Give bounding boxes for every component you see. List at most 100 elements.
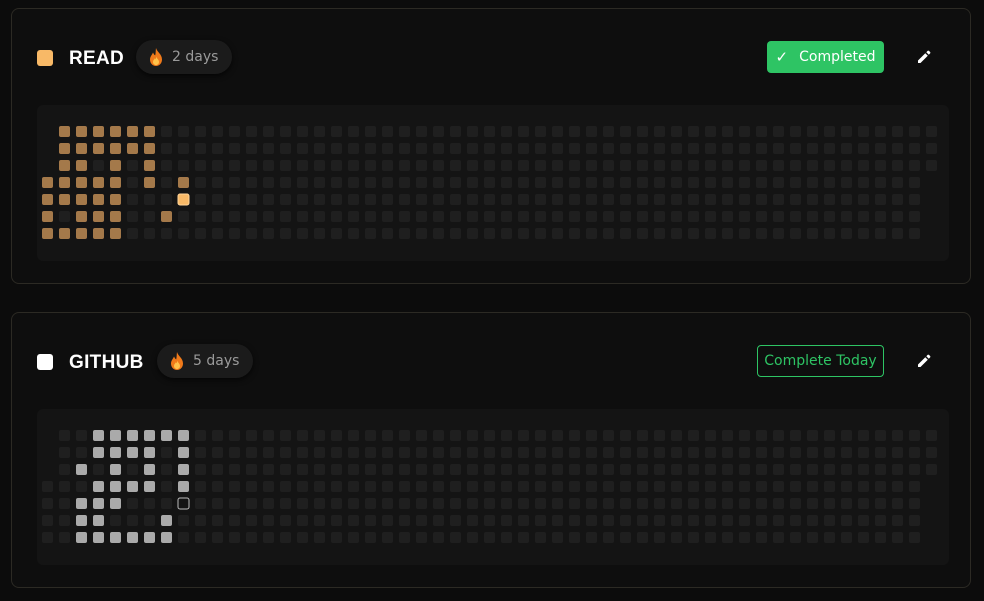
heatmap-cell-empty: [178, 532, 189, 543]
heatmap-cell-empty: [161, 464, 172, 475]
heatmap-cell-empty: [314, 464, 325, 475]
heatmap-cell-empty: [348, 532, 359, 543]
heatmap-cell-empty: [841, 430, 852, 441]
heatmap-cell-empty: [314, 498, 325, 509]
heatmap-cell-empty: [161, 447, 172, 458]
heatmap-cell-empty: [773, 126, 784, 137]
heatmap-cell-empty: [484, 211, 495, 222]
heatmap-cell-empty: [739, 143, 750, 154]
heatmap-cell-empty: [909, 211, 920, 222]
heatmap-cell-empty: [535, 447, 546, 458]
heatmap-cell-empty: [688, 498, 699, 509]
heatmap-cell-active: [110, 430, 121, 441]
heatmap-cell-empty: [161, 481, 172, 492]
heatmap-cell-empty: [42, 498, 53, 509]
heatmap-cell-empty: [297, 515, 308, 526]
heatmap-cell-empty: [552, 228, 563, 239]
streak-count: 2 days: [172, 49, 219, 65]
heatmap-cell-empty: [841, 498, 852, 509]
heatmap-cell-empty: [552, 126, 563, 137]
heatmap-cell-empty: [620, 464, 631, 475]
heatmap-cell-empty: [263, 430, 274, 441]
heatmap-cell-empty: [382, 211, 393, 222]
heatmap-cell-active: [76, 126, 87, 137]
heatmap-cell-empty: [705, 194, 716, 205]
heatmap-cell-empty: [280, 464, 291, 475]
heatmap-cell-empty: [637, 515, 648, 526]
heatmap-cell-empty: [756, 194, 767, 205]
heatmap-cell-active: [161, 430, 172, 441]
heatmap-cell-empty: [229, 464, 240, 475]
heatmap-cell-empty: [484, 143, 495, 154]
heatmap-cell-active: [161, 532, 172, 543]
heatmap-cell-empty: [144, 211, 155, 222]
heatmap-cell-empty: [501, 464, 512, 475]
heatmap-cell-empty: [603, 160, 614, 171]
heatmap-cell-active: [110, 228, 121, 239]
heatmap-cell-active: [144, 177, 155, 188]
heatmap-cell-empty: [688, 194, 699, 205]
complete-today-button[interactable]: Complete Today: [757, 345, 884, 377]
heatmap-cell-empty: [331, 160, 342, 171]
pencil-icon[interactable]: [916, 49, 932, 65]
heatmap-cell-empty: [603, 177, 614, 188]
heatmap-cell-active: [93, 177, 104, 188]
heatmap-cell-empty: [246, 447, 257, 458]
heatmap-cell-empty: [705, 126, 716, 137]
heatmap-cell-empty: [348, 515, 359, 526]
heatmap-cell-empty: [790, 447, 801, 458]
heatmap-cell-empty: [858, 126, 869, 137]
heatmap-cell-empty: [178, 160, 189, 171]
completed-button[interactable]: ✓ Completed: [767, 41, 884, 73]
heatmap-cell-active: [144, 126, 155, 137]
heatmap-cell-empty: [399, 228, 410, 239]
heatmap-cell-empty: [297, 481, 308, 492]
heatmap-cell-empty: [875, 532, 886, 543]
heatmap-cell-empty: [671, 194, 682, 205]
heatmap-cell-empty: [569, 481, 580, 492]
heatmap-cell-empty: [858, 177, 869, 188]
heatmap-cell-empty: [926, 464, 937, 475]
heatmap-cell-empty: [858, 515, 869, 526]
heatmap-cell-empty: [654, 447, 665, 458]
heatmap-cell-empty: [297, 177, 308, 188]
heatmap-cell-empty: [93, 464, 104, 475]
heatmap-cell-empty: [671, 515, 682, 526]
heatmap-cell-empty: [637, 481, 648, 492]
heatmap-cell-empty: [841, 160, 852, 171]
heatmap-cell-empty: [59, 481, 70, 492]
heatmap-cell-empty: [348, 160, 359, 171]
heatmap-cell-empty: [399, 126, 410, 137]
heatmap-cell-empty: [722, 211, 733, 222]
heatmap-cell-active: [93, 532, 104, 543]
heatmap-cell-empty: [892, 481, 903, 492]
heatmap-cell-empty: [127, 228, 138, 239]
heatmap-cell-empty: [671, 160, 682, 171]
heatmap-cell-empty: [705, 160, 716, 171]
heatmap-cell-active: [144, 464, 155, 475]
heatmap-cell-empty: [569, 143, 580, 154]
heatmap-cell-empty: [688, 211, 699, 222]
heatmap-cell-empty: [467, 126, 478, 137]
heatmap-cell-empty: [433, 481, 444, 492]
heatmap-cell-empty: [314, 177, 325, 188]
heatmap-cell-empty: [926, 160, 937, 171]
heatmap-cell-empty: [399, 515, 410, 526]
heatmap-cell-empty: [620, 211, 631, 222]
heatmap-cell-empty: [892, 177, 903, 188]
heatmap-cell-empty: [450, 228, 461, 239]
heatmap-cell-empty: [824, 143, 835, 154]
heatmap-cell-empty: [450, 532, 461, 543]
heatmap-cell-empty: [144, 228, 155, 239]
heatmap-cell-empty: [773, 194, 784, 205]
heatmap-cell-active: [93, 447, 104, 458]
heatmap-cell-empty: [535, 430, 546, 441]
pencil-icon[interactable]: [916, 353, 932, 369]
heatmap-cell-empty: [59, 532, 70, 543]
heatmap-cell-empty: [484, 481, 495, 492]
heatmap-cell-empty: [620, 515, 631, 526]
habit-color-swatch: [37, 50, 53, 66]
heatmap-cell-empty: [620, 430, 631, 441]
heatmap-cell-empty: [858, 532, 869, 543]
heatmap-cell-empty: [433, 126, 444, 137]
